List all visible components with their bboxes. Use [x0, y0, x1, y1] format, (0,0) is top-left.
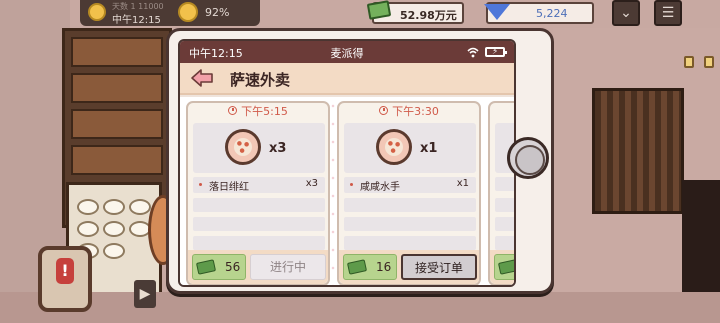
quantity-badge: x3 — [269, 141, 287, 156]
empty-item-row — [495, 198, 514, 212]
order-item-row: 咸咸水手 x1 — [344, 177, 476, 193]
gem-value: 5,224 — [536, 7, 568, 20]
gem-display: 5,224 — [484, 2, 594, 24]
item-name: 咸咸水手 — [360, 182, 400, 193]
egg — [129, 199, 151, 215]
app-name: 麦派得 — [330, 47, 364, 60]
order-footer: 56 进行中 — [188, 250, 328, 284]
wifi-icon — [467, 47, 479, 58]
window-shutter — [592, 88, 684, 214]
alert-icon: ! — [56, 258, 74, 284]
egg — [103, 221, 125, 237]
egg — [103, 199, 125, 215]
accept-order-button[interactable]: 接受订单 — [401, 254, 477, 280]
empty-item-row — [193, 198, 325, 212]
reward-amount: 16 — [376, 260, 392, 274]
expand-arrow-icon[interactable]: ▶ — [134, 280, 156, 308]
phone-home-button[interactable] — [507, 137, 549, 179]
empty-item-row — [495, 217, 514, 231]
cash-icon — [497, 259, 514, 275]
clock-icon — [228, 106, 238, 115]
phone-screen: 中午12:15 麦派得 ⚡ 萨速外卖 下午5:15 x3 落日绯红 x3 56 … — [178, 39, 516, 287]
empty-item-row — [193, 236, 325, 250]
quantity-badge: x1 — [420, 141, 438, 156]
pizza-preview: x1 — [344, 123, 476, 173]
pizza-icon — [376, 129, 412, 165]
cash-icon — [195, 259, 217, 275]
back-arrow-icon[interactable] — [190, 68, 214, 88]
diamond-icon — [484, 4, 510, 20]
order-footer — [490, 250, 514, 284]
cash-icon — [366, 0, 392, 20]
dropdown-button[interactable]: ⌄ — [612, 0, 640, 26]
mood-face-icon — [178, 2, 198, 22]
shelf-row — [71, 37, 163, 67]
egg — [77, 221, 99, 237]
hamburger-menu-icon: ☰ — [661, 5, 675, 21]
money-display: 52.98万元 — [366, 0, 464, 24]
egg — [103, 243, 125, 259]
money-value: 52.98万元 — [400, 9, 457, 22]
reward-tag: 16 — [343, 254, 397, 280]
order-card: 下午3:30 x1 咸咸水手 x1 16 接受订单 — [337, 101, 481, 285]
bullet-icon — [350, 183, 353, 186]
empty-item-row — [344, 217, 476, 231]
sun-icon — [88, 3, 106, 21]
order-card-partial[interactable] — [488, 101, 514, 285]
egg — [77, 199, 99, 215]
bullet-icon — [199, 183, 202, 186]
app-header: 萨速外卖 — [180, 63, 514, 95]
order-deadline: 下午3:30 — [339, 103, 479, 121]
reward-amount: 56 — [225, 260, 241, 274]
empty-item-row — [495, 236, 514, 250]
order-item-row: 落日绯红 x3 — [193, 177, 325, 193]
order-deadline: 下午5:15 — [188, 103, 328, 121]
item-count: x3 — [305, 178, 318, 189]
battery-icon: ⚡ — [485, 47, 507, 57]
reward-tag: 56 — [192, 254, 246, 280]
empty-item-row — [193, 217, 325, 231]
phone-status-bar: 中午12:15 麦派得 ⚡ — [180, 41, 514, 63]
page-title: 萨速外卖 — [230, 71, 291, 89]
wall-lamp-icon — [704, 56, 714, 68]
order-footer: 16 接受订单 — [339, 250, 479, 284]
empty-item-row — [495, 177, 514, 191]
shelf-row — [71, 145, 163, 175]
cash-icon — [346, 259, 368, 275]
menu-button[interactable]: ☰ — [654, 0, 682, 26]
in-progress-button: 进行中 — [250, 254, 326, 280]
chevron-down-icon: ⌄ — [620, 5, 632, 21]
empty-item-row — [344, 236, 476, 250]
phone-device: 中午12:15 麦派得 ⚡ 萨速外卖 下午5:15 x3 落日绯红 x3 56 … — [166, 28, 554, 294]
wall-lamp-icon — [684, 56, 694, 68]
shelf-row — [71, 73, 163, 103]
reward-tag — [494, 254, 514, 280]
empty-item-row — [344, 198, 476, 212]
floor — [0, 292, 720, 323]
item-name: 落日绯红 — [209, 182, 249, 193]
pizza-icon — [225, 129, 261, 165]
deadline-text: 下午3:30 — [392, 105, 439, 118]
mood-percent: 92% — [205, 6, 230, 19]
order-alert-panel[interactable]: ! — [38, 246, 92, 312]
item-count: x1 — [456, 178, 469, 189]
order-list: 下午5:15 x3 落日绯红 x3 56 进行中 下午3:30 x1 咸咸水手 … — [180, 97, 514, 285]
clock-icon — [379, 106, 389, 115]
pizza-preview: x3 — [193, 123, 325, 173]
hud-time: 中午12:15 — [112, 15, 161, 26]
deadline-text: 下午5:15 — [241, 105, 288, 118]
shelf-row — [71, 109, 163, 139]
order-card: 下午5:15 x3 落日绯红 x3 56 进行中 — [186, 101, 330, 285]
